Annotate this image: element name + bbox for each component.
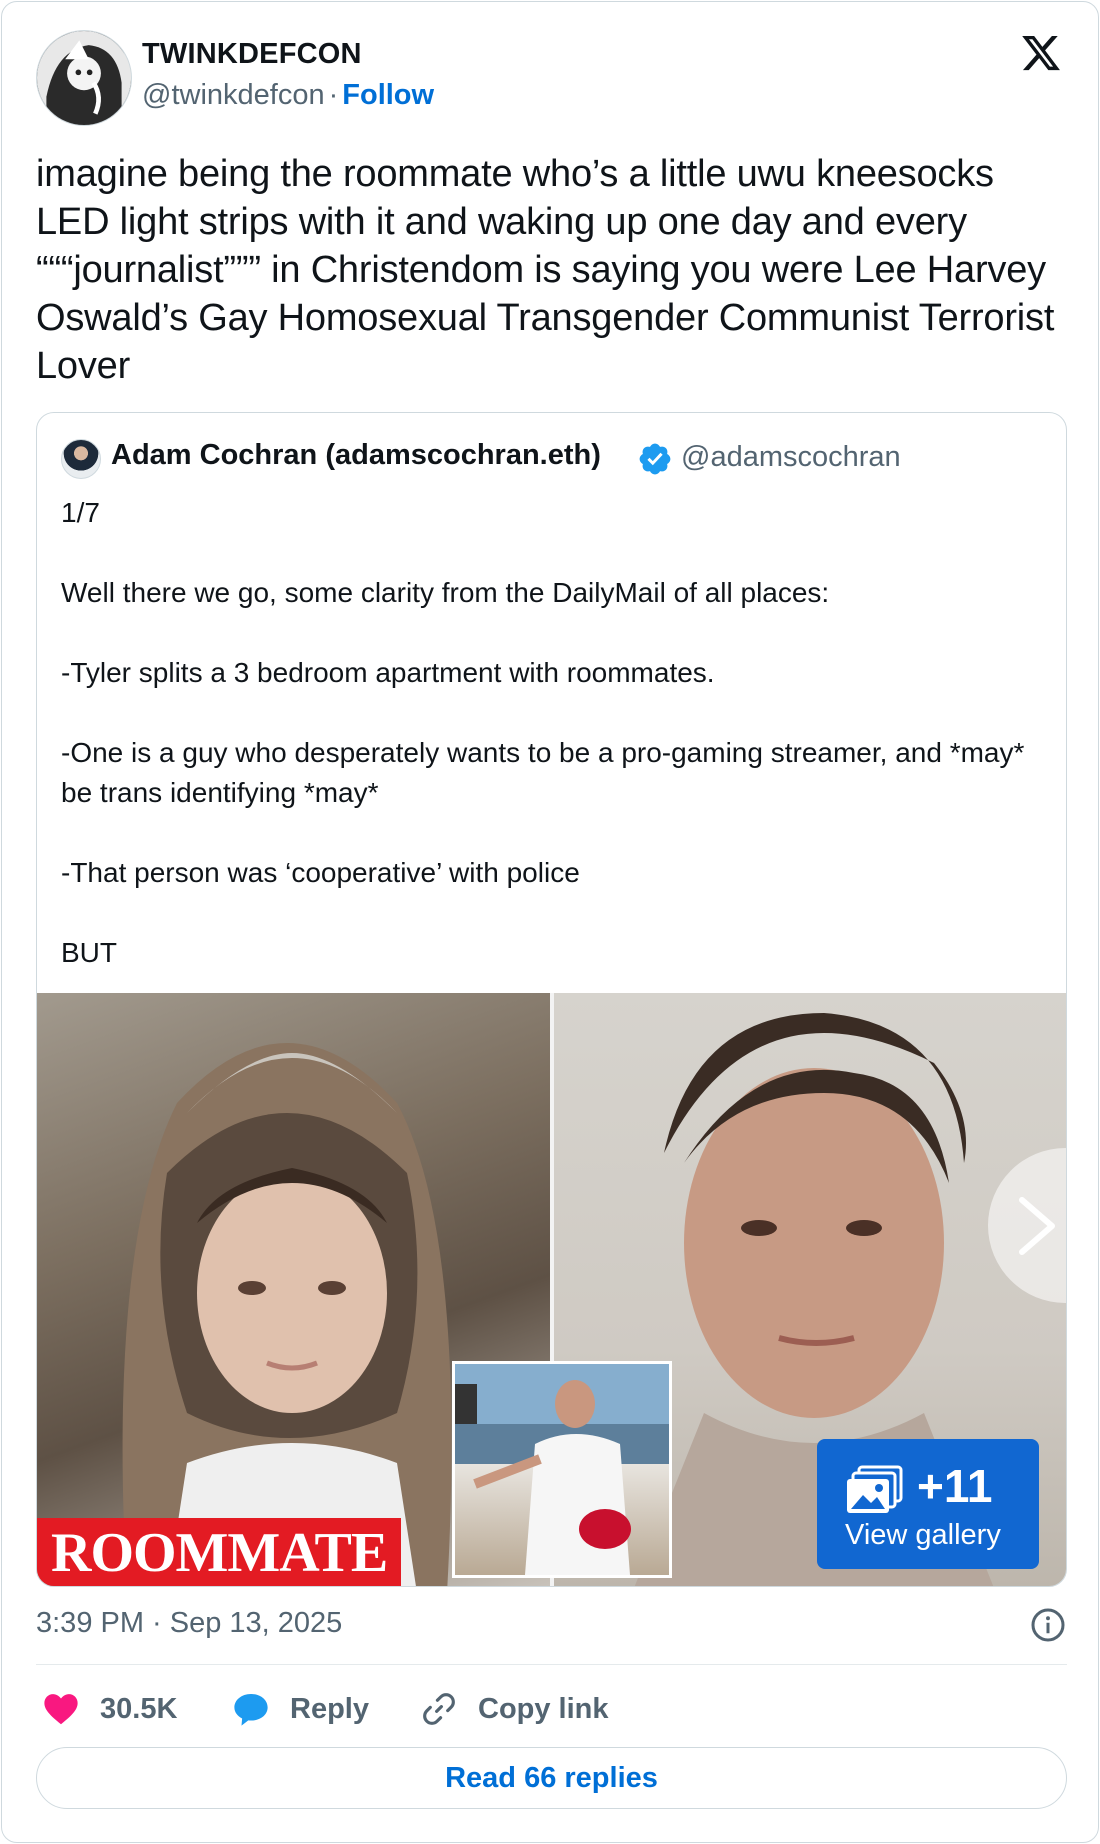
gallery-label: View gallery [845,1519,1001,1551]
quoted-paragraph: -Tyler splits a 3 bedroom apartment with… [61,657,715,688]
read-replies-button[interactable]: Read 66 replies [36,1747,1067,1809]
inset-photo [452,1361,672,1578]
inset-speaker-illustration [455,1364,669,1575]
avatar-image [37,31,131,125]
quoted-tweet-text: 1/7 Well there we go, some clarity from … [61,493,1051,973]
copy-link-button[interactable]: Copy link [420,1684,609,1734]
copy-link-label: Copy link [478,1692,609,1725]
verified-badge-icon [639,443,671,475]
gallery-count: +11 [917,1460,993,1512]
follow-button[interactable]: Follow [342,79,434,111]
reply-button[interactable]: Reply [232,1684,369,1734]
quoted-paragraph: -That person was ‘cooperative’ with poli… [61,857,580,888]
quoted-tweet[interactable]: Adam Cochran (adamscochran.eth) @adamsco… [36,412,1067,1587]
reply-label: Reply [290,1692,369,1725]
quoted-paragraph: BUT [61,937,117,968]
like-count: 30.5K [100,1692,178,1725]
author-handle[interactable]: @twinkdefcon [142,79,325,111]
quoted-media-image[interactable]: ROOMMATE +11 View gallery [37,993,1066,1586]
tweet-timestamp[interactable]: 3:39 PM · Sep 13, 2025 [36,1607,342,1640]
info-icon[interactable] [1030,1607,1066,1643]
tweet-text: imagine being the roommate who’s a littl… [36,153,1055,387]
quoted-author-avatar[interactable] [61,439,101,479]
like-button[interactable]: 30.5K [42,1684,177,1734]
author-display-name[interactable]: TWINKDEFCON [142,38,362,71]
chevron-right-icon [1019,1197,1055,1255]
quoted-paragraph: Well there we go, some clarity from the … [61,577,830,608]
view-gallery-button[interactable]: +11 View gallery [817,1439,1039,1569]
quoted-paragraph: -One is a guy who desperately wants to b… [61,737,1025,808]
quoted-author-name[interactable]: Adam Cochran (adamscochran.eth) [111,439,601,472]
author-avatar[interactable] [36,30,132,126]
separator-dot: · [328,79,339,111]
heart-icon [44,1694,78,1725]
footer-divider [36,1664,1067,1665]
gallery-images-icon [847,1465,903,1513]
quoted-paragraph: 1/7 [61,497,100,528]
tweet-actions: 30.5K Reply Copy link [36,1684,1067,1734]
link-icon [423,1693,455,1725]
author-handle-row: @twinkdefcon · Follow [142,79,434,112]
roommate-caption: ROOMMATE [37,1518,402,1586]
quoted-author-handle[interactable]: @adamscochran [681,441,901,474]
x-logo-icon[interactable] [1020,32,1062,74]
tweet-embed-card: TWINKDEFCON @twinkdefcon · Follow imagine … [1,1,1099,1843]
reply-bubble-icon [234,1693,268,1726]
